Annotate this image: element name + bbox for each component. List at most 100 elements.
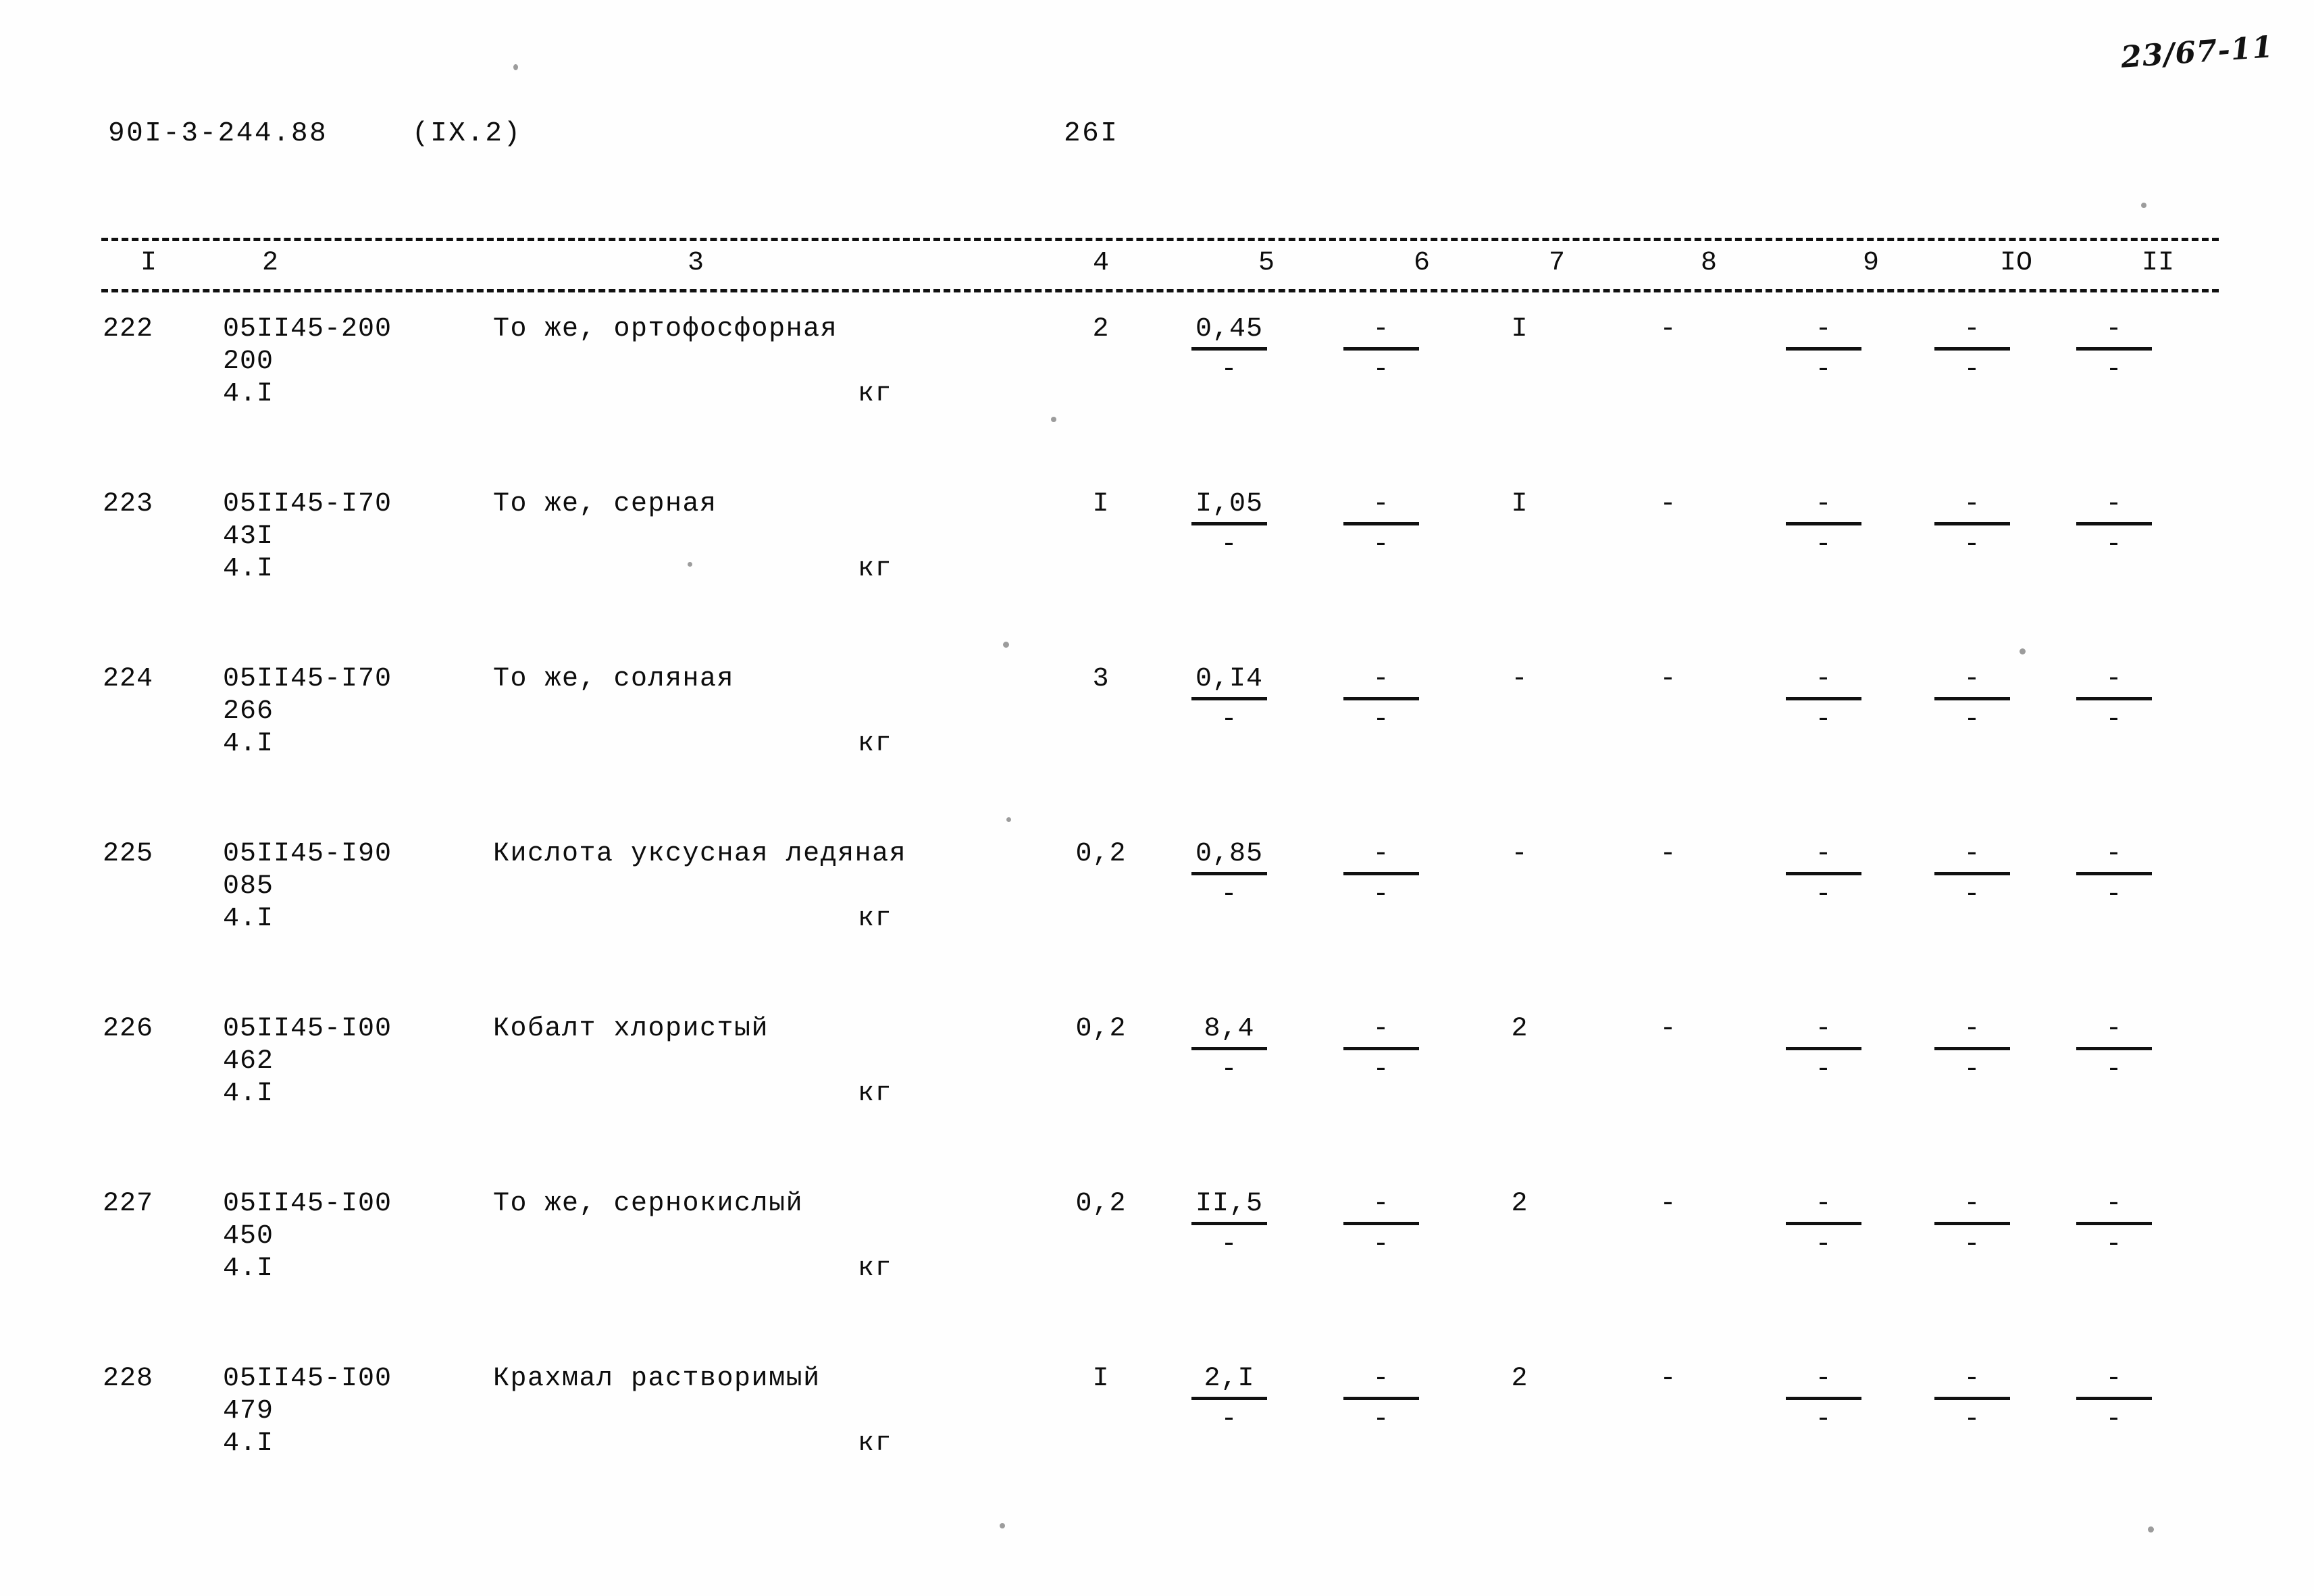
value-numerator: -	[1963, 489, 1981, 519]
value-numerator: -	[1372, 1189, 1390, 1219]
value-numerator: -	[1815, 839, 1832, 869]
fraction-bar	[2076, 1397, 2152, 1400]
row-value-c9: --	[1766, 1014, 1881, 1085]
column-header-2: 2	[261, 248, 278, 278]
column-header-8: 8	[1700, 248, 1717, 278]
row-resource-code-line3: 4.I	[223, 729, 274, 759]
row-unit: кг	[858, 554, 893, 584]
row-resource-code-line3: 4.I	[223, 1079, 274, 1109]
value-denominator: -	[1220, 879, 1238, 910]
value-numerator: 8,4	[1204, 1014, 1255, 1044]
value-denominator: -	[1220, 1404, 1238, 1435]
fraction-bar	[1343, 1047, 1419, 1050]
fraction-bar	[1786, 522, 1861, 525]
value-denominator: -	[1220, 355, 1238, 385]
row-value-c6: --	[1324, 1014, 1439, 1085]
value-denominator: -	[1220, 1054, 1238, 1085]
value-denominator: -	[2105, 1404, 2123, 1435]
value-numerator: -	[1815, 489, 1832, 519]
row-value-c11: --	[2057, 1189, 2171, 1260]
row-value-c6: --	[1324, 489, 1439, 561]
value-denominator: -	[1963, 1229, 1981, 1260]
row-resource-name: Кислота уксусная ледяная	[493, 839, 907, 869]
row-quantity: 0,2	[1075, 839, 1127, 869]
row-item-number: 224	[103, 664, 154, 694]
row-value-c11: --	[2057, 839, 2171, 910]
value-numerator: -	[1963, 1364, 1981, 1394]
row-value-c9: --	[1766, 839, 1881, 910]
row-value-c10: --	[1915, 314, 2030, 386]
value-numerator: -	[1815, 1014, 1832, 1044]
value-numerator: 0,I4	[1195, 664, 1263, 694]
scan-speck	[2020, 648, 2026, 654]
value-denominator: -	[2105, 879, 2123, 910]
fraction-bar	[1786, 1397, 1861, 1400]
value-denominator: -	[1372, 1229, 1390, 1260]
row-quantity: 0,2	[1075, 1189, 1127, 1219]
fraction-bar	[1343, 872, 1419, 875]
row-value-c7: I	[1511, 489, 1528, 519]
fraction-bar	[1786, 872, 1861, 875]
value-numerator: 2,I	[1204, 1364, 1255, 1394]
value-numerator: -	[1963, 314, 1981, 344]
value-numerator: -	[2105, 489, 2123, 519]
value-numerator: -	[1963, 1189, 1981, 1219]
column-header-9: 9	[1862, 248, 1879, 278]
column-header-11: II	[2141, 248, 2174, 278]
row-resource-code-line2: 462	[223, 1046, 274, 1077]
value-denominator: -	[1372, 1054, 1390, 1085]
fraction-bar	[1934, 1222, 2010, 1225]
fraction-bar	[1934, 347, 2010, 351]
scan-speck	[1051, 417, 1056, 422]
value-denominator: -	[1220, 704, 1238, 735]
row-unit: кг	[858, 379, 893, 409]
table-row: 228 05II45-I00 479 4.I Крахмал растворимый кг…	[0, 1364, 2314, 1539]
value-denominator: -	[1963, 355, 1981, 385]
row-unit: кг	[858, 729, 893, 759]
fraction-bar	[1934, 697, 2010, 700]
row-item-number: 226	[103, 1014, 154, 1044]
row-value-c5: 2,I -	[1172, 1364, 1287, 1435]
row-item-number: 225	[103, 839, 154, 869]
fraction-bar	[1191, 522, 1267, 525]
fraction-bar	[1343, 522, 1419, 525]
row-value-c10: --	[1915, 664, 2030, 736]
value-denominator: -	[2105, 1054, 2123, 1085]
scan-speck	[1003, 642, 1009, 648]
fraction-bar	[1191, 697, 1267, 700]
value-numerator: -	[2105, 314, 2123, 344]
value-numerator: -	[1815, 1364, 1832, 1394]
row-resource-name: Крахмал растворимый	[493, 1364, 821, 1394]
row-resource-code-line2: 479	[223, 1396, 274, 1426]
value-numerator: -	[1372, 839, 1390, 869]
value-numerator: -	[1815, 664, 1832, 694]
row-quantity: 3	[1092, 664, 1110, 694]
row-value-c10: --	[1915, 489, 2030, 561]
table-row: 225 05II45-I90 085 4.I Кислота уксусная ледя…	[0, 839, 2314, 1014]
row-value-c8: -	[1660, 839, 1677, 869]
value-numerator: -	[1372, 1014, 1390, 1044]
value-numerator: I,05	[1195, 489, 1263, 519]
row-value-c7: 2	[1511, 1364, 1528, 1394]
row-value-c10: --	[1915, 1014, 2030, 1085]
row-value-c10: --	[1915, 1189, 2030, 1260]
table-row: 222 05II45-200 200 4.I То же, ортофосфорная к…	[0, 314, 2314, 489]
row-resource-code: 05II45-I70	[223, 664, 392, 694]
fraction-bar	[1343, 1397, 1419, 1400]
value-numerator: -	[2105, 1364, 2123, 1394]
row-value-c5: I,05 -	[1172, 489, 1287, 561]
value-numerator: -	[1372, 664, 1390, 694]
table-rule-top	[101, 238, 2219, 241]
fraction-bar	[2076, 872, 2152, 875]
value-numerator: -	[1372, 314, 1390, 344]
row-value-c6: --	[1324, 1364, 1439, 1435]
value-numerator: -	[1372, 489, 1390, 519]
value-denominator: -	[1815, 879, 1832, 910]
row-value-c8: -	[1660, 1189, 1677, 1219]
row-resource-code: 05II45-200	[223, 314, 392, 344]
fraction-bar	[2076, 522, 2152, 525]
scan-speck	[2141, 203, 2146, 208]
row-resource-code-line2: 266	[223, 696, 274, 727]
value-denominator: -	[1815, 1229, 1832, 1260]
row-resource-name: То же, сернокислый	[493, 1189, 804, 1219]
